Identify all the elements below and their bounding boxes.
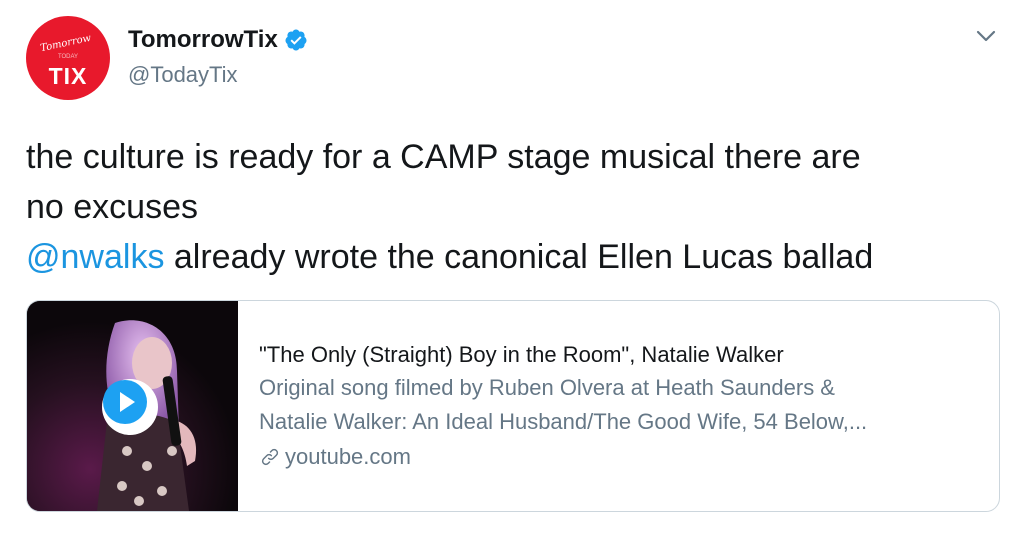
tweet-text-segment: already wrote the canonical Ellen Lucas …: [164, 238, 874, 276]
tweet-text-line: no excuses: [26, 188, 198, 226]
tweet-text-line: the culture is ready for a CAMP stage mu…: [26, 138, 861, 176]
link-card[interactable]: "The Only (Straight) Boy in the Room", N…: [26, 300, 1000, 512]
card-title: "The Only (Straight) Boy in the Room", N…: [259, 342, 784, 367]
verified-badge-icon: [285, 29, 307, 51]
chevron-down-icon[interactable]: [972, 26, 1000, 48]
tweet-text: the culture is ready for a CAMP stage mu…: [26, 132, 986, 282]
avatar[interactable]: Tomorrow TODAY TIX: [26, 16, 110, 100]
card-description: Original song filmed by Ruben Olvera at …: [259, 371, 989, 439]
display-name[interactable]: TomorrowTix: [128, 26, 278, 54]
card-description-line: Original song filmed by Ruben Olvera at …: [259, 375, 835, 400]
avatar-logo-text: TIX: [48, 63, 88, 89]
video-thumbnail[interactable]: [27, 301, 238, 511]
play-button[interactable]: [102, 379, 158, 435]
tweet-text-line: @nwalks already wrote the canonical Elle…: [26, 232, 986, 282]
card-domain-text[interactable]: youtube.com: [285, 441, 411, 473]
handle[interactable]: @TodayTix: [128, 62, 238, 88]
tweet: Tomorrow TODAY TIX TomorrowTix @TodayTix…: [0, 0, 1024, 533]
card-body: "The Only (Straight) Boy in the Room", N…: [259, 339, 989, 473]
mention-link[interactable]: @nwalks: [26, 238, 164, 276]
link-icon: [261, 448, 279, 466]
author-name-row[interactable]: TomorrowTix: [128, 26, 308, 54]
avatar-strike-text: TODAY: [57, 54, 79, 60]
card-domain[interactable]: youtube.com: [259, 441, 989, 473]
card-description-line: Natalie Walker: An Ideal Husband/The Goo…: [259, 409, 868, 434]
play-icon: [103, 380, 147, 424]
avatar-script-text: Tomorrow: [39, 32, 93, 55]
